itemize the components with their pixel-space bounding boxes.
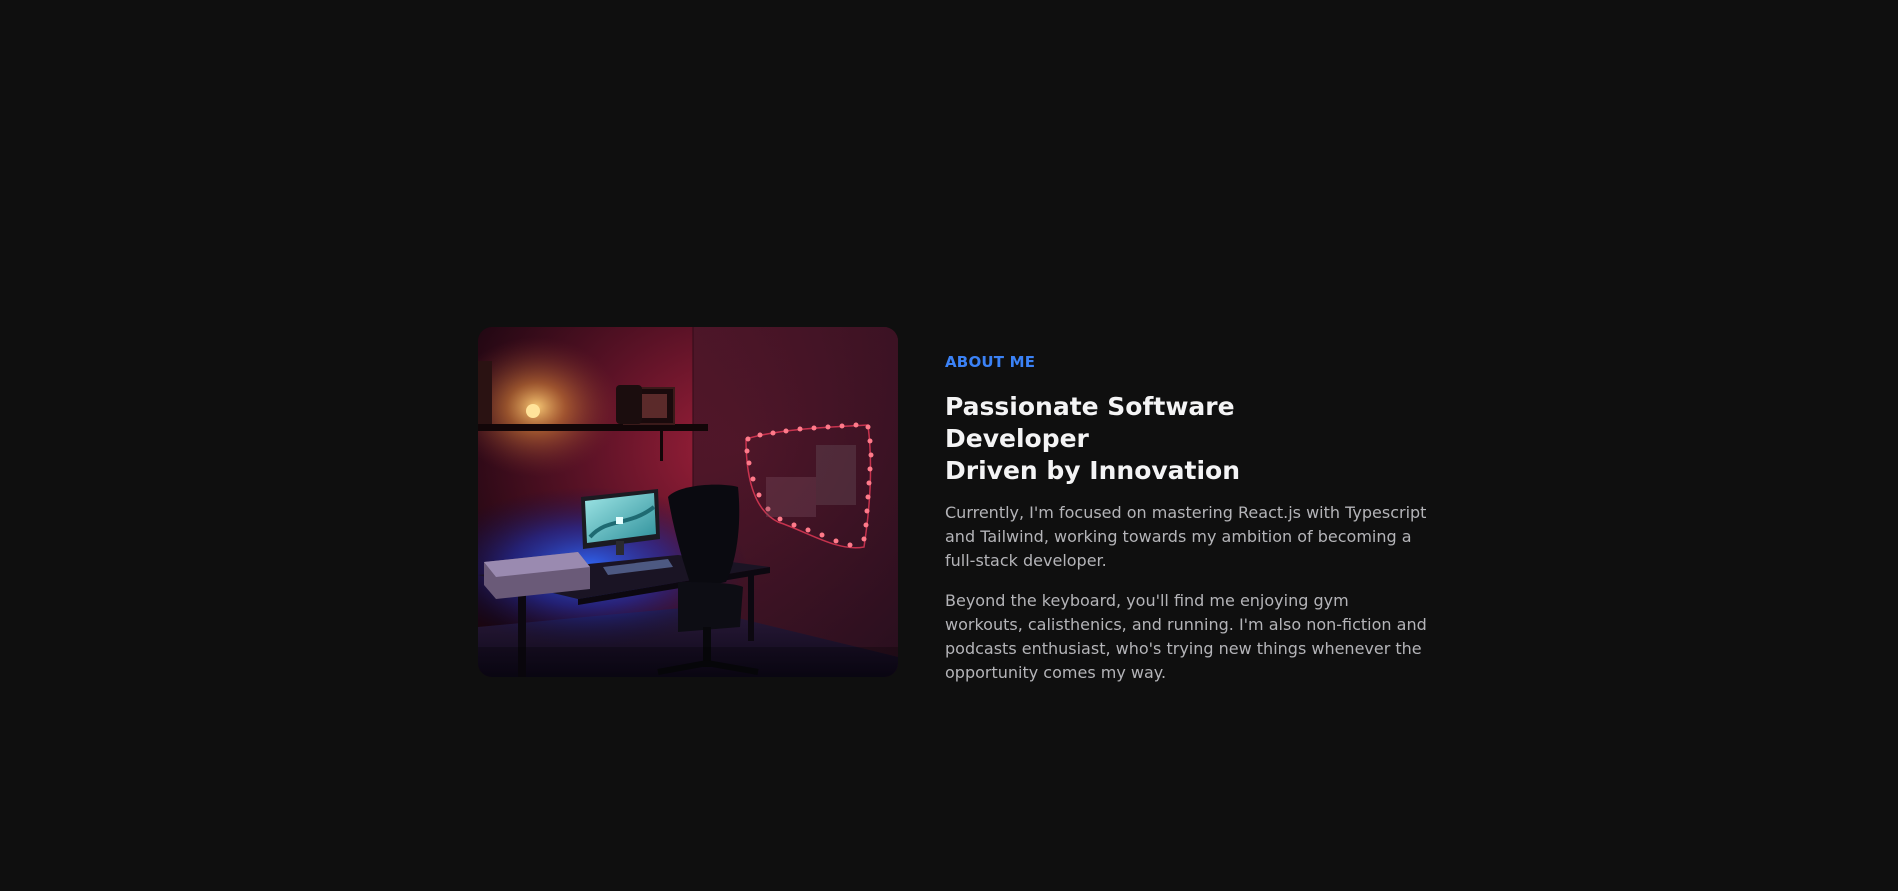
workspace-photo [478, 327, 898, 677]
heading-line-2: Driven by Innovation [945, 456, 1241, 485]
about-paragraph-1: Currently, I'm focused on mastering Reac… [945, 503, 1427, 570]
about-paragraph-2: Beyond the keyboard, you'll find me enjo… [945, 591, 1427, 682]
about-section: ABOUT ME Passionate Software Developer D… [0, 0, 1898, 891]
heading-line-1: Passionate Software Developer [945, 392, 1235, 453]
about-text: ABOUT ME Passionate Software Developer D… [945, 352, 1435, 685]
section-heading: Passionate Software Developer Driven by … [945, 391, 1365, 487]
section-eyebrow: ABOUT ME [945, 353, 1036, 371]
